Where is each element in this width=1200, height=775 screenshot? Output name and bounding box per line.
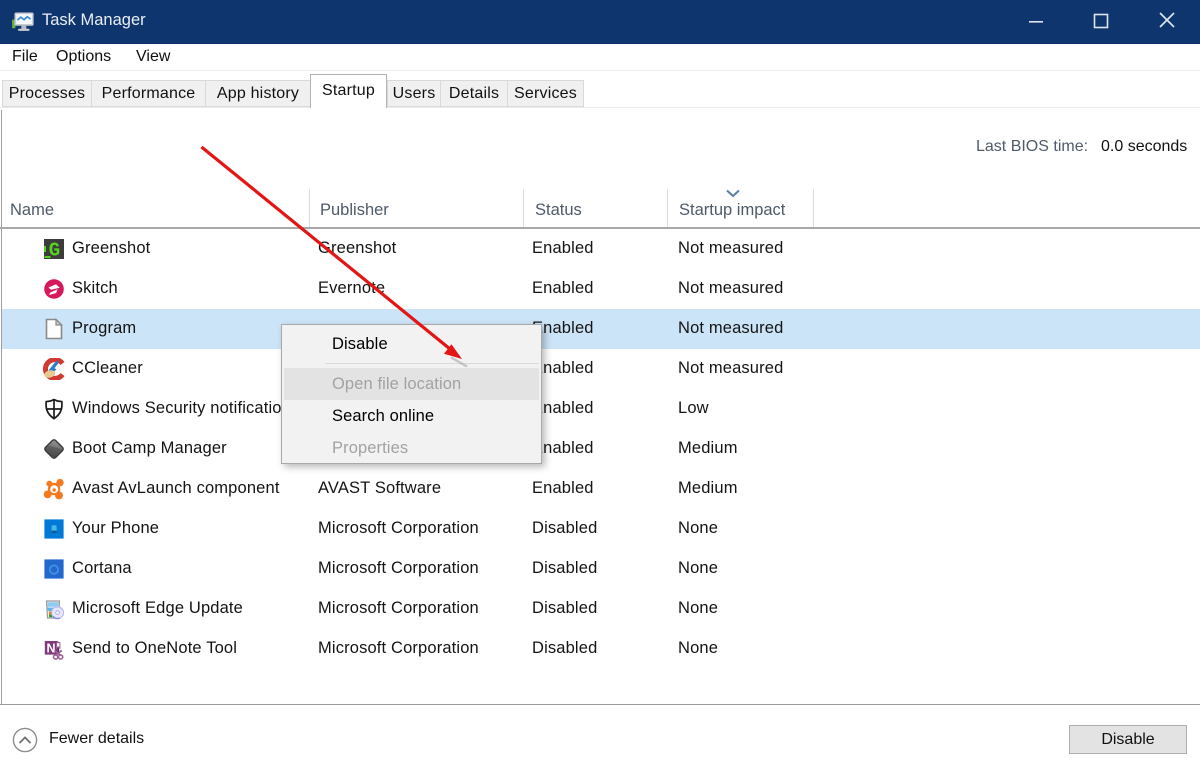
svg-text:N: N (46, 641, 55, 655)
svg-text:G: G (49, 240, 60, 261)
